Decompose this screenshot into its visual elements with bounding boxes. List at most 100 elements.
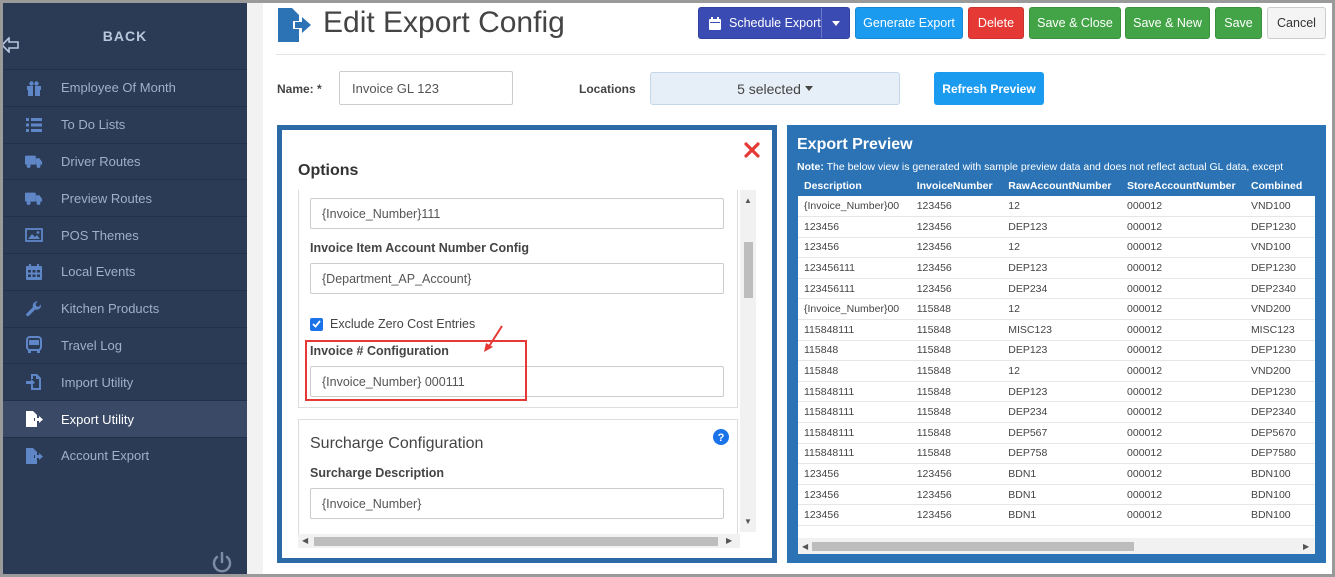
save-new-button[interactable]: Save & New bbox=[1125, 7, 1210, 39]
table-cell: BDN100 bbox=[1244, 504, 1315, 526]
sidebar-item-employee-of-month[interactable]: Employee Of Month bbox=[3, 69, 247, 106]
scroll-left-icon[interactable]: ◀ bbox=[302, 536, 308, 545]
table-cell: 000012 bbox=[1121, 340, 1245, 362]
table-cell: 000012 bbox=[1121, 484, 1245, 506]
options-panel: Options {Invoice_Number}111 Invoice Item… bbox=[277, 125, 777, 563]
table-cell: MISC123 bbox=[1244, 319, 1315, 341]
svg-text:?: ? bbox=[718, 432, 725, 444]
column-header[interactable]: Description bbox=[798, 176, 911, 196]
schedule-export-dropdown-toggle[interactable] bbox=[821, 8, 849, 38]
refresh-preview-button[interactable]: Refresh Preview bbox=[934, 72, 1044, 105]
sidebar-item-label: Kitchen Products bbox=[61, 301, 160, 317]
table-row: 115848111 115848 DEP567 000012 DEP5670 bbox=[798, 422, 1315, 444]
table-row: 115848111 115848 DEP758 000012 DEP7580 bbox=[798, 443, 1315, 465]
list-icon bbox=[26, 117, 42, 132]
name-input[interactable]: Invoice GL 123 bbox=[339, 71, 513, 105]
table-cell: 115848 bbox=[910, 360, 1003, 382]
sidebar-item-label: Local Events bbox=[61, 264, 136, 280]
save-close-button[interactable]: Save & Close bbox=[1029, 7, 1121, 39]
preview-horizontal-scrollbar[interactable]: ◀ ▶ bbox=[798, 538, 1315, 554]
sidebar-item-import-utility[interactable]: Import Utility bbox=[3, 363, 247, 400]
sidebar-item-label: Import Utility bbox=[61, 374, 134, 390]
scrollbar-thumb[interactable] bbox=[314, 537, 718, 546]
sidebar-item-local-events[interactable]: Local Events bbox=[3, 252, 247, 290]
sidebar-item-export-utility[interactable]: Export Utility bbox=[3, 400, 247, 437]
table-cell: DEP2340 bbox=[1244, 401, 1315, 424]
sidebar-item-driver-routes[interactable]: Driver Routes bbox=[3, 142, 247, 180]
sidebar-item-label: Driver Routes bbox=[61, 153, 141, 169]
table-row: 115848111 115848 DEP123 000012 DEP1230 bbox=[798, 381, 1315, 403]
invoice-number-format-input[interactable]: {Invoice_Number}111 bbox=[310, 198, 724, 229]
exclude-zero-checkbox[interactable]: Exclude Zero Cost Entries bbox=[310, 317, 475, 331]
table-cell: 123456 bbox=[910, 504, 1003, 526]
name-label: Name: * bbox=[277, 82, 322, 96]
table-cell: 000012 bbox=[1121, 360, 1245, 382]
locations-select[interactable]: 5 selected bbox=[650, 72, 900, 105]
scroll-right-icon[interactable]: ▶ bbox=[726, 536, 732, 545]
table-cell: 115848 bbox=[798, 360, 911, 382]
scroll-down-icon[interactable]: ▼ bbox=[744, 517, 752, 526]
sidebar-item-account-export[interactable]: Account Export bbox=[3, 436, 247, 474]
table-cell: 12 bbox=[1002, 196, 1122, 218]
table-row: 115848 115848 12 000012 VND200 bbox=[798, 360, 1315, 382]
table-cell: 000012 bbox=[1121, 216, 1245, 238]
table-cell: DEP5670 bbox=[1244, 422, 1315, 444]
cancel-button[interactable]: Cancel bbox=[1267, 7, 1326, 39]
locations-label: Locations bbox=[579, 82, 636, 96]
item-account-input[interactable]: {Department_AP_Account} bbox=[310, 263, 724, 294]
generate-export-button[interactable]: Generate Export bbox=[855, 7, 963, 39]
table-row: 123456111 123456 DEP123 000012 DEP1230 bbox=[798, 257, 1315, 279]
schedule-export-button[interactable]: Schedule Export bbox=[698, 7, 850, 39]
column-header[interactable]: Combined bbox=[1244, 176, 1315, 196]
page-title: Edit Export Config bbox=[323, 6, 565, 39]
options-horizontal-scrollbar[interactable]: ◀ ▶ bbox=[298, 534, 740, 548]
options-vertical-scrollbar[interactable]: ▲ ▼ bbox=[740, 190, 756, 532]
table-row: 115848 115848 DEP123 000012 DEP1230 bbox=[798, 340, 1315, 362]
sidebar-item-label: Employee Of Month bbox=[61, 80, 176, 96]
preview-table-container[interactable]: Description InvoiceNumber RawAccountNumber… bbox=[798, 176, 1315, 554]
table-cell: VND100 bbox=[1244, 237, 1315, 259]
table-cell: 115848111 bbox=[798, 443, 911, 465]
table-row: 123456 123456 BDN1 000012 BDN100 bbox=[798, 484, 1315, 506]
save-button[interactable]: Save bbox=[1215, 7, 1262, 39]
chevron-down-icon bbox=[804, 86, 813, 91]
table-cell: 000012 bbox=[1121, 463, 1245, 485]
back-arrow-icon bbox=[1, 37, 19, 53]
table-cell: DEP1230 bbox=[1244, 381, 1315, 403]
sidebar-item-preview-routes[interactable]: Preview Routes bbox=[3, 179, 247, 216]
sidebar-item-label: Preview Routes bbox=[61, 190, 153, 206]
sidebar-item-pos-themes[interactable]: POS Themes bbox=[3, 216, 247, 253]
sidebar-item-to-do-lists[interactable]: To Do Lists bbox=[3, 105, 247, 143]
column-header[interactable]: RawAccountNumber bbox=[1002, 176, 1122, 196]
column-header[interactable]: InvoiceNumber bbox=[910, 176, 1003, 196]
scrollbar-thumb[interactable] bbox=[744, 242, 753, 298]
table-cell: 123456 bbox=[910, 237, 1003, 259]
table-cell: 115848 bbox=[798, 340, 911, 362]
scroll-up-icon[interactable]: ▲ bbox=[744, 196, 752, 205]
gift-icon bbox=[27, 81, 41, 96]
table-cell: 115848111 bbox=[798, 381, 911, 403]
surcharge-desc-input[interactable]: {Invoice_Number} bbox=[310, 488, 724, 519]
help-icon[interactable]: ? bbox=[713, 429, 729, 445]
import-icon bbox=[26, 374, 41, 391]
scroll-left-icon[interactable]: ◀ bbox=[802, 542, 808, 551]
table-cell: 123456 bbox=[910, 463, 1003, 485]
table-cell: 000012 bbox=[1121, 278, 1245, 300]
sidebar-item-label: To Do Lists bbox=[61, 117, 126, 133]
power-icon[interactable] bbox=[210, 552, 234, 574]
sidebar-item-travel-log[interactable]: Travel Log bbox=[3, 326, 247, 364]
back-button[interactable]: BACK bbox=[1, 3, 247, 69]
sidebar-item-kitchen-products[interactable]: Kitchen Products bbox=[3, 289, 247, 327]
column-header[interactable]: StoreAccountNumber bbox=[1121, 176, 1245, 196]
delete-button[interactable]: Delete bbox=[968, 7, 1024, 39]
exclude-zero-label: Exclude Zero Cost Entries bbox=[330, 317, 476, 331]
table-cell: 000012 bbox=[1121, 422, 1245, 444]
table-body: {Invoice_Number}00 123456 12 000012 VND100 12… bbox=[798, 196, 1315, 526]
close-icon[interactable] bbox=[744, 142, 760, 158]
scrollbar-thumb[interactable] bbox=[812, 542, 1134, 551]
scroll-right-icon[interactable]: ▶ bbox=[1303, 542, 1309, 551]
options-scroll-area[interactable]: {Invoice_Number}111 Invoice Item Account… bbox=[298, 190, 754, 545]
table-header-row: Description InvoiceNumber RawAccountNumber… bbox=[798, 176, 1315, 196]
annotation-arrow-icon bbox=[484, 325, 503, 352]
table-cell: BDN1 bbox=[1002, 463, 1122, 485]
